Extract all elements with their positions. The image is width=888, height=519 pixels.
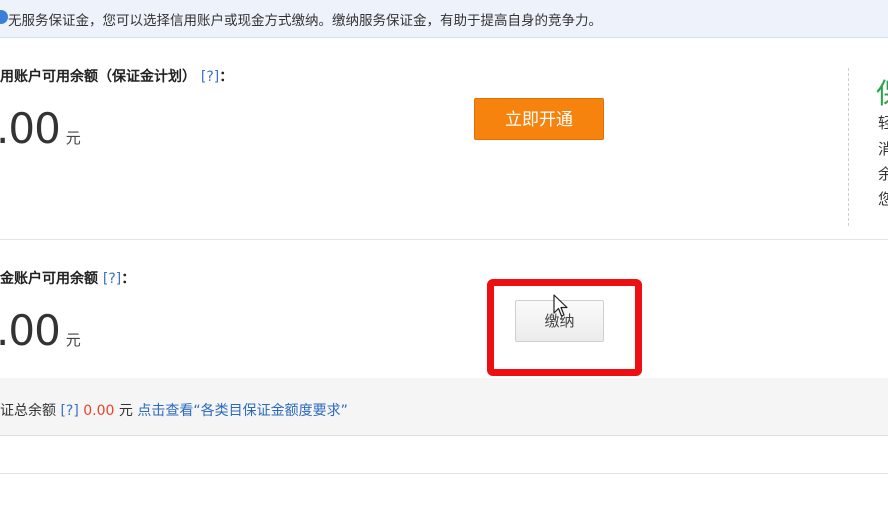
- credit-amount-unit: 元: [65, 129, 81, 147]
- panel-divider: [848, 68, 849, 226]
- mouse-cursor-icon: [553, 294, 568, 317]
- summary-unit: 元: [118, 403, 133, 419]
- cash-amount-unit: 元: [65, 331, 81, 349]
- summary-help-link[interactable]: [?]: [60, 403, 78, 419]
- credit-label-colon: ：: [219, 69, 234, 85]
- credit-account-label: 用账户可用余额（保证金计划） [?]：: [0, 66, 233, 86]
- right-panel-line: 您: [878, 190, 888, 208]
- cash-account-label-text: 金账户可用余额: [0, 271, 98, 287]
- notice-text: 无服务保证金，您可以选择信用账户或现金方式缴纳。缴纳服务保证金，有助于提高自身的…: [8, 13, 602, 29]
- credit-account-label-text: 用账户可用余额（保证金计划）: [0, 69, 196, 85]
- right-panel-line: 余: [878, 165, 888, 183]
- open-now-button[interactable]: 立即开通: [474, 98, 604, 140]
- summary-label: 证总余额: [0, 403, 56, 419]
- right-panel-line: 轻: [878, 114, 888, 132]
- credit-amount-value: .00: [0, 104, 61, 153]
- right-panel-title: 保: [876, 72, 888, 112]
- cash-help-link[interactable]: [?]: [103, 271, 121, 287]
- credit-amount: .00 元: [0, 104, 81, 153]
- notice-bar: 无服务保证金，您可以选择信用账户或现金方式缴纳。缴纳服务保证金，有助于提高自身的…: [0, 0, 888, 38]
- cash-label-colon: ：: [121, 271, 136, 287]
- category-requirements-link[interactable]: 点击查看“各类目保证金额度要求”: [137, 403, 348, 419]
- summary-row: 证总余额 [?] 0.00 元 点击查看“各类目保证金额度要求”: [0, 400, 348, 420]
- cash-amount-value: .00: [0, 306, 61, 355]
- cash-account-section: [0, 241, 888, 378]
- summary-amount: 0.00: [83, 403, 115, 419]
- cash-account-label: 金账户可用余额 [?]：: [0, 268, 135, 288]
- credit-help-link[interactable]: [?]: [201, 69, 219, 85]
- info-icon: [0, 10, 8, 24]
- bottom-divider: [0, 473, 888, 474]
- right-panel-line: 消: [878, 140, 888, 158]
- cash-amount: .00 元: [0, 306, 81, 355]
